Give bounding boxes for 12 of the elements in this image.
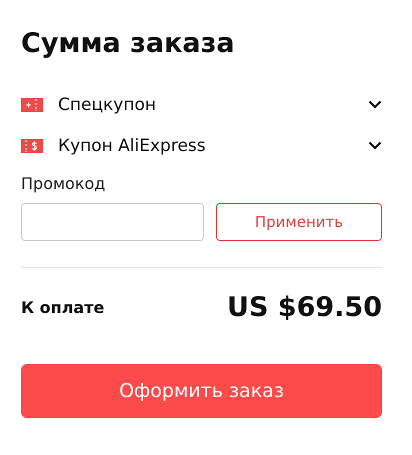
chevron-icon: [368, 141, 382, 150]
coupon-icon: [21, 98, 43, 112]
coupon-icon: [21, 138, 43, 152]
coupon-label: Купон AliExpress: [58, 136, 207, 156]
promo-label: Промокод: [21, 174, 106, 193]
section-title: Сумма заказа: [21, 27, 236, 61]
coupon-label: Спецкупон: [58, 94, 157, 114]
chevron-icon: [368, 100, 382, 109]
total-amount: US $69.50: [227, 292, 382, 322]
apply-button[interactable]: Применить: [216, 203, 382, 241]
promo-code-field[interactable]: [21, 203, 204, 241]
total-label: К оплате: [21, 298, 104, 316]
